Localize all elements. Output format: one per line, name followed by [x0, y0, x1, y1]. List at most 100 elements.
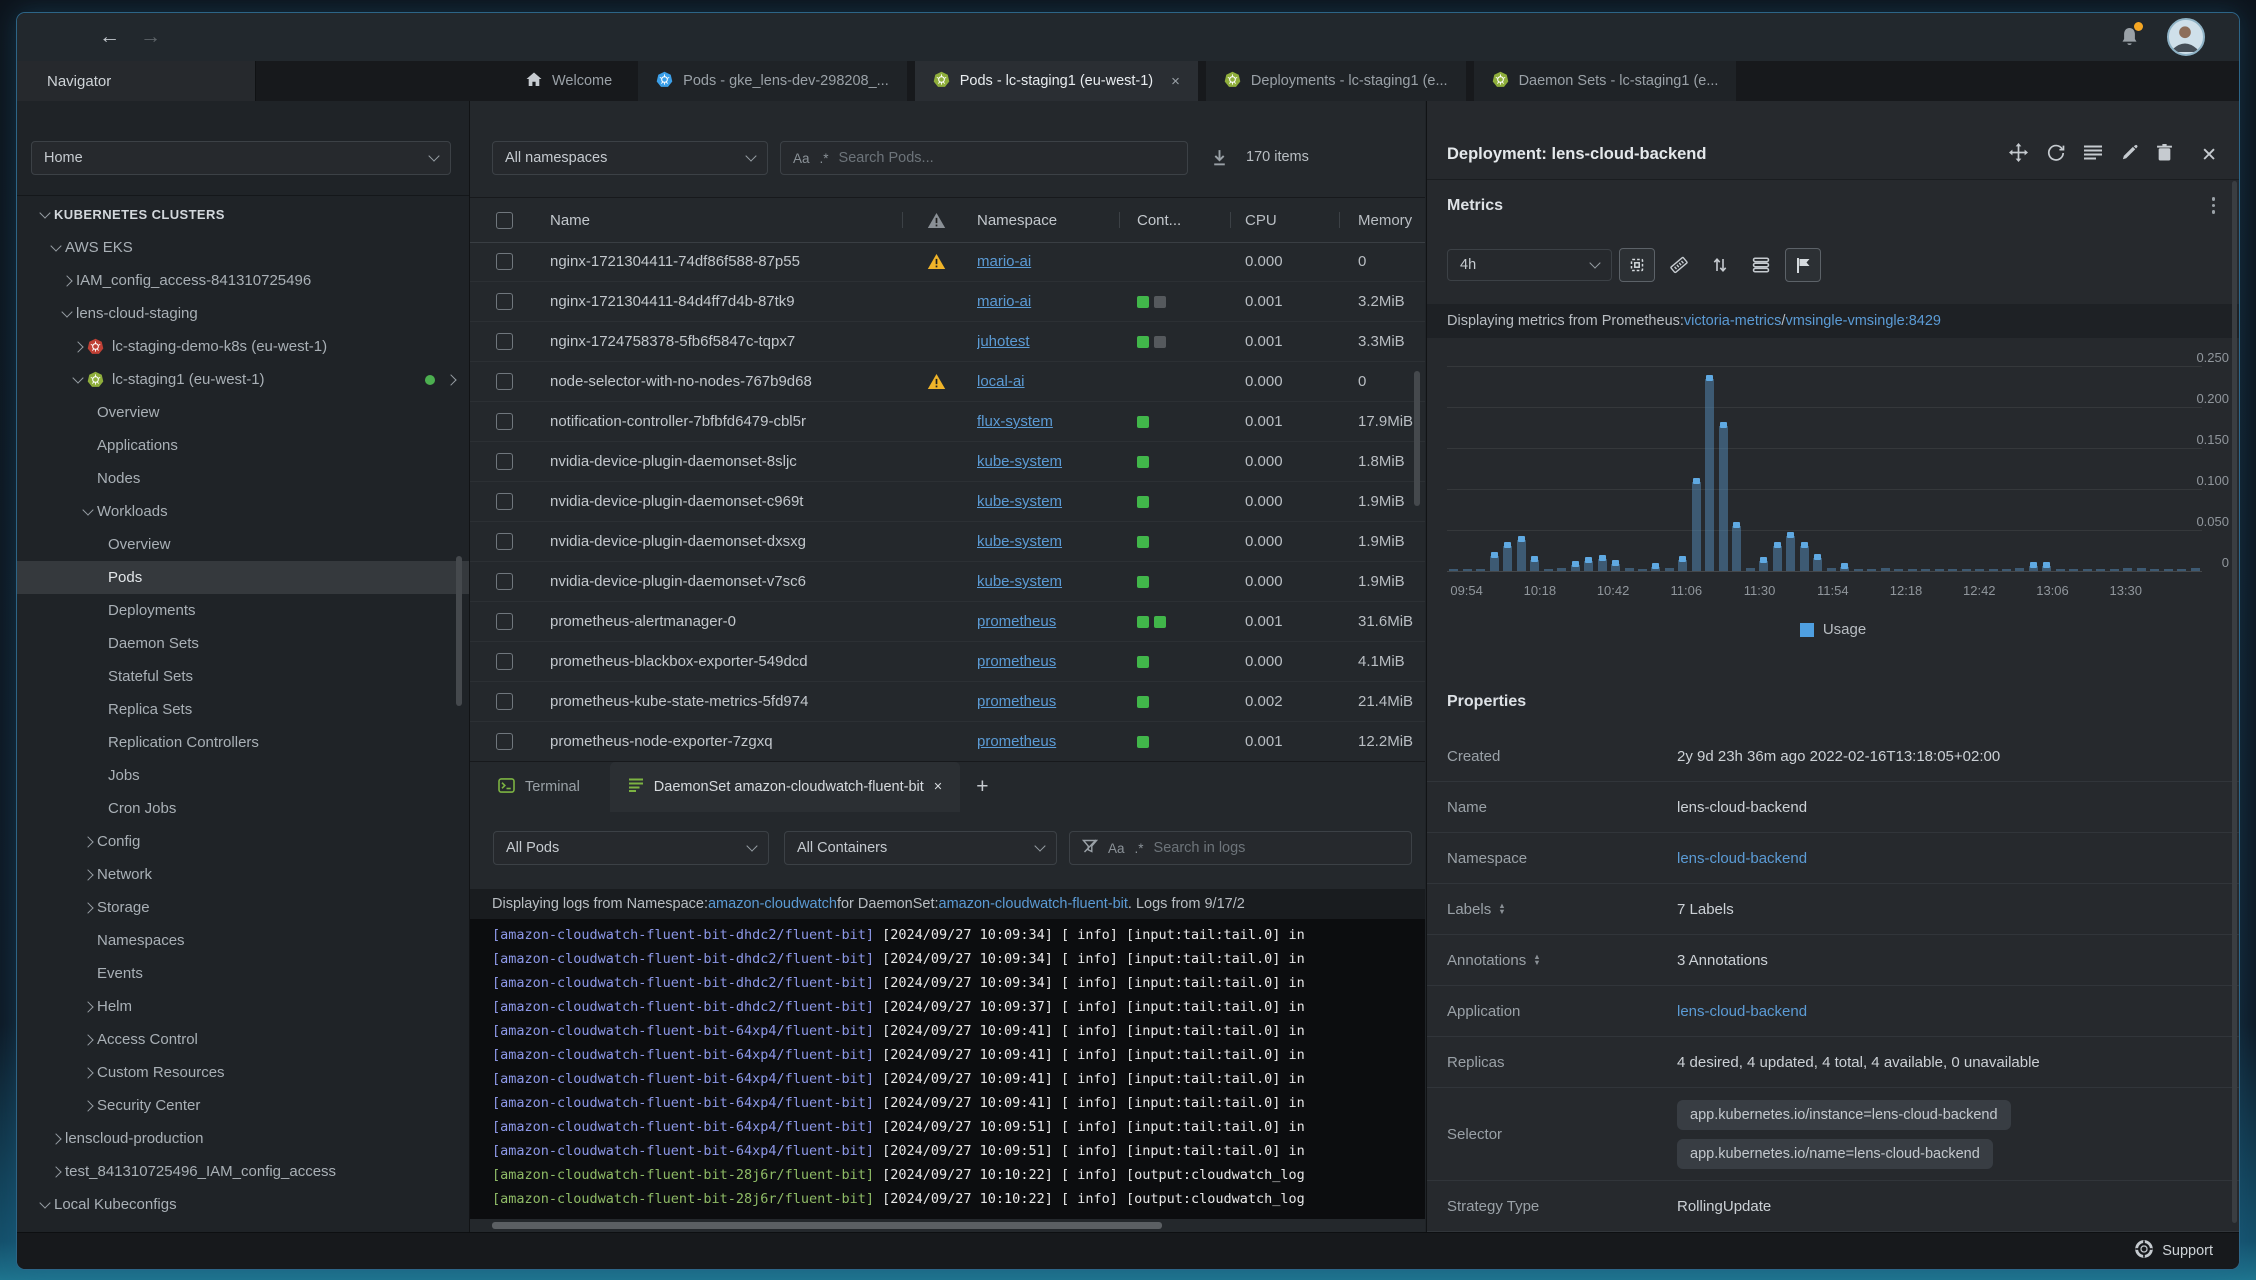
sidebar-item-replica-sets[interactable]: Replica Sets — [17, 693, 469, 726]
sidebar-item-cron-jobs[interactable]: Cron Jobs — [17, 792, 469, 825]
sidebar-item-access-control[interactable]: Access Control — [17, 1023, 469, 1056]
row-checkbox[interactable] — [496, 322, 526, 361]
sidebar-item-daemon-sets[interactable]: Daemon Sets — [17, 627, 469, 660]
sidebar-item-lenscloud-production[interactable]: lenscloud-production — [17, 1122, 469, 1155]
sidebar-item-deployments[interactable]: Deployments — [17, 594, 469, 627]
table-row[interactable]: nvidia-device-plugin-daemonset-8sljc kube… — [470, 442, 1425, 482]
avatar[interactable] — [2167, 18, 2205, 56]
close-icon[interactable]: ✕ — [2201, 144, 2217, 167]
sidebar-item-security-center[interactable]: Security Center — [17, 1089, 469, 1122]
time-range-select[interactable]: 4h — [1447, 249, 1612, 281]
sidebar-item-helm[interactable]: Helm — [17, 990, 469, 1023]
row-checkbox[interactable] — [496, 602, 526, 641]
table-row[interactable]: nvidia-device-plugin-daemonset-v7sc6 kube… — [470, 562, 1425, 602]
sidebar-item-jobs[interactable]: Jobs — [17, 759, 469, 792]
table-row[interactable]: nvidia-device-plugin-daemonset-c969t kube… — [470, 482, 1425, 522]
table-row[interactable]: nginx-1724758378-5fb6f5847c-tqpx7 juhotes… — [470, 322, 1425, 362]
sidebar-item-applications[interactable]: Applications — [17, 429, 469, 462]
details-scrollbar[interactable] — [2232, 181, 2237, 1223]
regex-toggle[interactable]: .* — [820, 151, 829, 166]
table-row[interactable]: nvidia-device-plugin-daemonset-dxsxg kube… — [470, 522, 1425, 562]
row-checkbox[interactable] — [496, 242, 526, 281]
dock-tab-logs[interactable]: DaemonSet amazon-cloudwatch-fluent-bit × — [609, 762, 961, 812]
table-row[interactable]: notification-controller-7bfbfd6479-cbl5r… — [470, 402, 1425, 442]
sidebar-scope-select[interactable]: Home — [31, 141, 451, 175]
row-checkbox[interactable] — [496, 522, 526, 561]
new-dock-tab-button[interactable]: + — [960, 762, 1004, 812]
selector-pill[interactable]: app.kubernetes.io/name=lens-cloud-backen… — [1677, 1138, 1993, 1169]
move-icon[interactable] — [2009, 143, 2029, 167]
pod-namespace-link[interactable]: kube-system — [977, 482, 1112, 521]
sidebar-item-lc-staging1-eu-west-1-[interactable]: lc-staging1 (eu-west-1) — [17, 363, 469, 396]
logs-search-input[interactable]: Aa .* Search in logs — [1069, 831, 1412, 865]
pods-search-input[interactable]: Aa .* Search Pods... — [780, 141, 1188, 175]
sidebar-item-network[interactable]: Network — [17, 858, 469, 891]
pod-namespace-link[interactable]: prometheus — [977, 722, 1112, 761]
column-header-containers[interactable]: Cont... — [1137, 198, 1232, 242]
logs-lines-icon[interactable] — [2084, 145, 2103, 165]
column-header-memory[interactable]: Memory — [1358, 198, 1424, 242]
match-case-toggle[interactable]: Aa — [1108, 841, 1125, 856]
pod-namespace-link[interactable]: prometheus — [977, 682, 1112, 721]
refresh-icon[interactable] — [2047, 144, 2065, 167]
row-checkbox[interactable] — [496, 642, 526, 681]
pod-namespace-link[interactable]: mario-ai — [977, 282, 1112, 321]
pod-namespace-link[interactable]: flux-system — [977, 402, 1112, 441]
metric-flag-toggle[interactable] — [1785, 248, 1821, 282]
sidebar-item-storage[interactable]: Storage — [17, 891, 469, 924]
sidebar-item-nodes[interactable]: Nodes — [17, 462, 469, 495]
sidebar-item-aws-eks[interactable]: AWS EKS — [17, 231, 469, 264]
delete-trash-icon[interactable] — [2157, 144, 2173, 166]
sort-arrows-icon[interactable]: ▲ ▼ — [1498, 902, 1505, 916]
metrics-menu-kebab-icon[interactable] — [2211, 197, 2215, 214]
logs-namespace-link[interactable]: amazon-cloudwatch — [708, 896, 837, 912]
download-icon[interactable] — [1210, 148, 1229, 172]
close-tab-icon[interactable]: × — [934, 779, 942, 795]
table-row[interactable]: prometheus-alertmanager-0 prometheus 0.001… — [470, 602, 1425, 642]
navigator-panel-tab[interactable]: Navigator — [17, 61, 256, 101]
sidebar-item-namespaces[interactable]: Namespaces — [17, 924, 469, 957]
pod-namespace-link[interactable]: kube-system — [977, 442, 1112, 481]
sort-arrows-icon[interactable]: ▲ ▼ — [1533, 953, 1540, 967]
sidebar-item-custom-resources[interactable]: Custom Resources — [17, 1056, 469, 1089]
sidebar-item-pods[interactable]: Pods — [17, 561, 469, 594]
metric-disk-toggle[interactable] — [1744, 249, 1778, 281]
property-value-link[interactable]: lens-cloud-backend — [1677, 995, 1821, 1028]
log-pods-filter-select[interactable]: All Pods — [493, 831, 769, 865]
sidebar-item-lens-cloud-staging[interactable]: lens-cloud-staging — [17, 297, 469, 330]
pod-namespace-link[interactable]: local-ai — [977, 362, 1112, 401]
log-containers-filter-select[interactable]: All Containers — [784, 831, 1057, 865]
sidebar-item-overview[interactable]: Overview — [17, 396, 469, 429]
sidebar-item-stateful-sets[interactable]: Stateful Sets — [17, 660, 469, 693]
metric-memory-toggle[interactable] — [1662, 249, 1696, 281]
property-value-link[interactable]: lens-cloud-backend — [1677, 842, 1821, 875]
metric-network-toggle[interactable] — [1703, 249, 1737, 281]
table-row[interactable]: nginx-1721304411-74df86f588-87p55 mario-a… — [470, 242, 1425, 282]
match-case-toggle[interactable]: Aa — [793, 151, 810, 166]
chart-legend[interactable]: Usage — [1427, 621, 2239, 638]
dock-tab-terminal[interactable]: Terminal — [480, 762, 598, 812]
table-row[interactable]: prometheus-blackbox-exporter-549dcd prome… — [470, 642, 1425, 682]
back-arrow-icon[interactable]: ← — [99, 25, 120, 49]
selector-pill[interactable]: app.kubernetes.io/instance=lens-cloud-ba… — [1677, 1099, 2011, 1130]
row-checkbox[interactable] — [496, 402, 526, 441]
logs-daemonset-link[interactable]: amazon-cloudwatch-fluent-bit — [939, 896, 1128, 912]
table-row[interactable]: prometheus-node-exporter-7zgxq prometheus… — [470, 722, 1425, 762]
sidebar-item-config[interactable]: Config — [17, 825, 469, 858]
column-header-warnings[interactable] — [916, 198, 956, 242]
sidebar-item-local-kubeconfigs[interactable]: Local Kubeconfigs — [17, 1188, 469, 1221]
column-header-name[interactable]: Name — [550, 198, 915, 242]
sidebar-item-overview[interactable]: Overview — [17, 528, 469, 561]
pod-namespace-link[interactable]: kube-system — [977, 562, 1112, 601]
sidebar-item-lc-staging-demo-k8s-eu-west-1-[interactable]: lc-staging-demo-k8s (eu-west-1) — [17, 330, 469, 363]
row-checkbox[interactable] — [496, 282, 526, 321]
filter-funnel-icon[interactable] — [1081, 838, 1099, 858]
pod-namespace-link[interactable]: juhotest — [977, 322, 1112, 361]
pods-table-scrollbar[interactable] — [1414, 371, 1420, 506]
sidebar-item-iam-config-access-841310725496[interactable]: IAM_config_access-841310725496 — [17, 264, 469, 297]
tab-pods-lc-staging1-eu-west-1-[interactable]: Pods - lc-staging1 (eu-west-1) × — [914, 61, 1198, 101]
support-button[interactable]: Support — [2135, 1240, 2213, 1262]
row-checkbox[interactable] — [496, 562, 526, 601]
sidebar-item-events[interactable]: Events — [17, 957, 469, 990]
column-header-namespace[interactable]: Namespace — [977, 198, 1112, 242]
